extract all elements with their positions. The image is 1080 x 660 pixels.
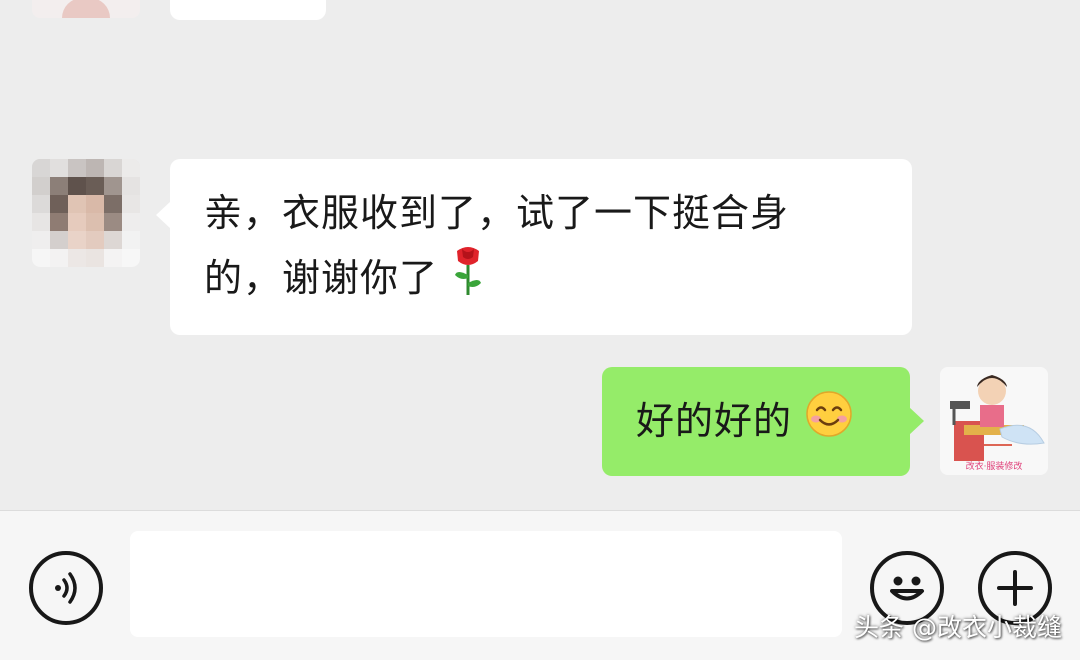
- outgoing-message-text: 好的好的: [636, 399, 793, 443]
- plus-icon: [997, 570, 1033, 606]
- voice-icon: [55, 572, 77, 604]
- contact-avatar[interactable]: [32, 159, 140, 267]
- incoming-message-bubble[interactable]: 亲，衣服收到了，试了一下挺合身 的，谢谢你了: [156, 159, 912, 335]
- incoming-message-line-1: 亲，衣服收到了，试了一下挺合身: [204, 191, 790, 235]
- message-input[interactable]: [130, 531, 842, 637]
- smile-icon: [805, 390, 853, 457]
- message-bubble-previous-partial[interactable]: [170, 0, 326, 20]
- rose-icon: [451, 245, 485, 316]
- pixelated-avatar-image: [32, 159, 140, 267]
- voice-button[interactable]: [29, 551, 103, 625]
- outgoing-message-bubble[interactable]: 好的好的: [602, 367, 924, 476]
- incoming-message-line-2: 的，谢谢你了: [204, 245, 882, 316]
- my-avatar[interactable]: 改衣·服装修改: [940, 367, 1048, 475]
- incoming-message-line-2-text: 的，谢谢你了: [204, 256, 439, 300]
- tailor-illustration-avatar: 改衣·服装修改: [940, 367, 1048, 475]
- avatar-caption: 改衣·服装修改: [966, 460, 1023, 472]
- avatar-previous-partial[interactable]: [32, 0, 140, 18]
- watermark: 头条 @改衣小裁缝: [854, 613, 1062, 642]
